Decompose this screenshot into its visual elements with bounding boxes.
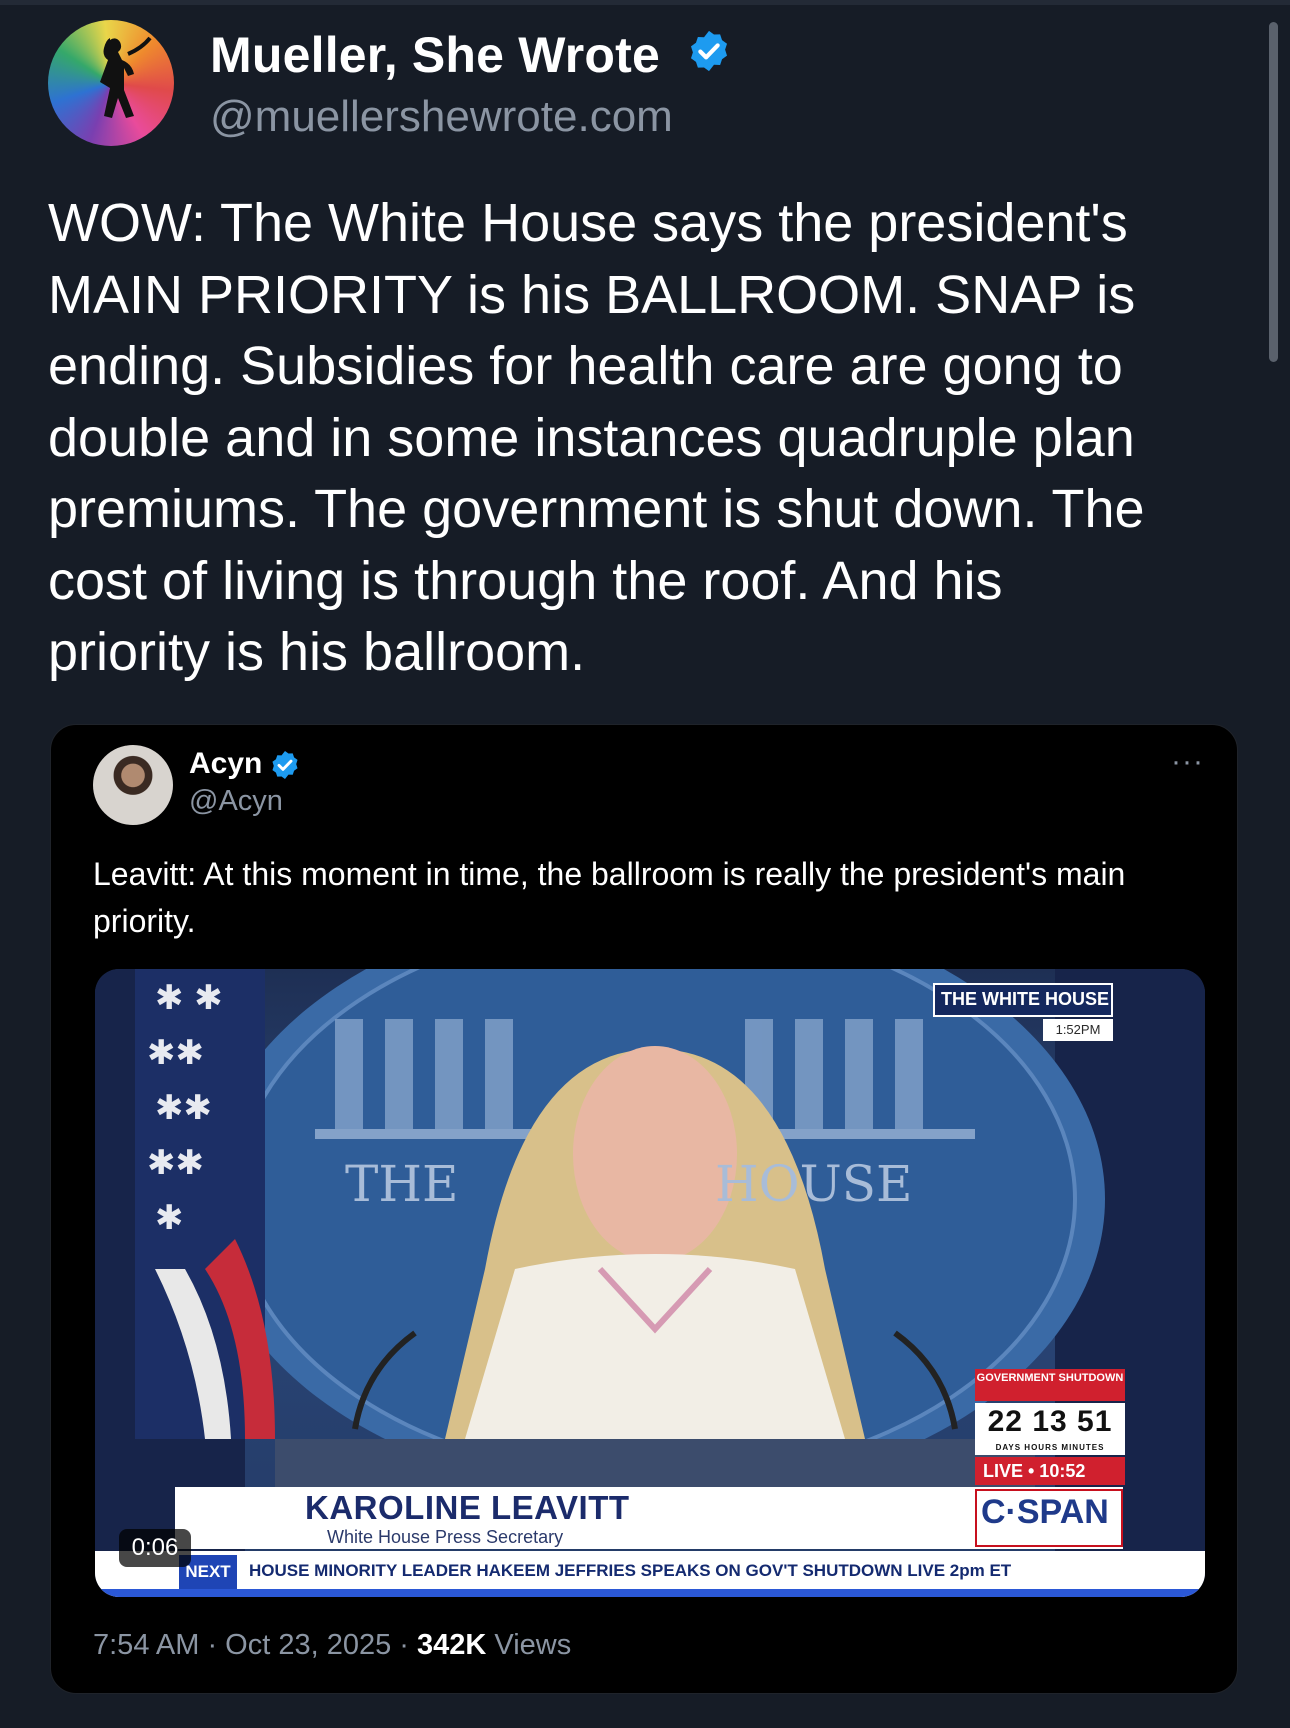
white-house-tag-text: THE WHITE HOUSE <box>941 989 1110 1009</box>
shutdown-counter: 22 13 51 <box>975 1403 1125 1441</box>
video-player[interactable]: ✱ ✱ ✱✱ ✱✱ ✱✱ ✱ THE HOUSE THE WHITE HOUSE 1:… <box>95 969 1205 1597</box>
white-house-time: 1:52PM <box>1043 1019 1113 1041</box>
shutdown-units: DAYS HOURS MINUTES <box>975 1441 1125 1455</box>
quoted-author-name[interactable]: Acyn <box>189 747 262 781</box>
quoted-post-meta: 7:54 AM · Oct 23, 2025 · 342K Views <box>93 1629 571 1662</box>
author-name[interactable]: Mueller, She Wrote <box>210 26 660 84</box>
svg-text:✱ ✱: ✱ ✱ <box>155 978 223 1018</box>
speaker-title: White House Press Secretary <box>327 1527 564 1547</box>
shutdown-label: GOVERNMENT SHUTDOWN <box>975 1369 1125 1401</box>
top-divider <box>0 0 1290 5</box>
svg-text:✱✱: ✱✱ <box>147 1033 204 1073</box>
svg-text:✱✱: ✱✱ <box>147 1143 204 1183</box>
post-timestamp[interactable]: 7:54 AM · Oct 23, 2025 · <box>93 1629 417 1661</box>
quoted-post-card[interactable]: Acyn @Acyn ··· Leavitt: At this moment i… <box>50 724 1238 1694</box>
backdrop-text-right: HOUSE <box>715 1155 913 1213</box>
network-logo: C·SPAN <box>981 1493 1109 1531</box>
verified-badge-icon <box>690 30 728 72</box>
quoted-post-text: Leavitt: At this moment in time, the bal… <box>93 856 1126 939</box>
quoted-author-handle[interactable]: @Acyn <box>189 785 283 818</box>
views-count: 342K <box>417 1629 487 1661</box>
svg-text:✱: ✱ <box>155 1198 184 1238</box>
scrollbar-thumb[interactable] <box>1269 22 1278 362</box>
ticker-text: HOUSE MINORITY LEADER HAKEEM JEFFRIES SP… <box>249 1561 1012 1580</box>
views-label: Views <box>486 1629 572 1661</box>
backdrop-text-left: THE <box>345 1155 458 1213</box>
live-tag: LIVE • 10:52 <box>975 1457 1125 1485</box>
speaker-name: KAROLINE LEAVITT <box>305 1489 630 1526</box>
post-body-text: WOW: The White House says the president'… <box>48 193 1145 682</box>
svg-text:✱✱: ✱✱ <box>155 1088 212 1128</box>
avatar-silhouette <box>100 36 152 118</box>
ticker-underline <box>95 1589 1205 1597</box>
author-handle[interactable]: @muellershewrote.com <box>210 92 673 142</box>
verified-badge-icon <box>272 751 298 779</box>
author-avatar[interactable] <box>48 20 174 146</box>
video-duration: 0:06 <box>119 1529 191 1567</box>
more-options-icon[interactable]: ··· <box>1171 745 1204 779</box>
quoted-author-avatar[interactable] <box>93 745 173 825</box>
